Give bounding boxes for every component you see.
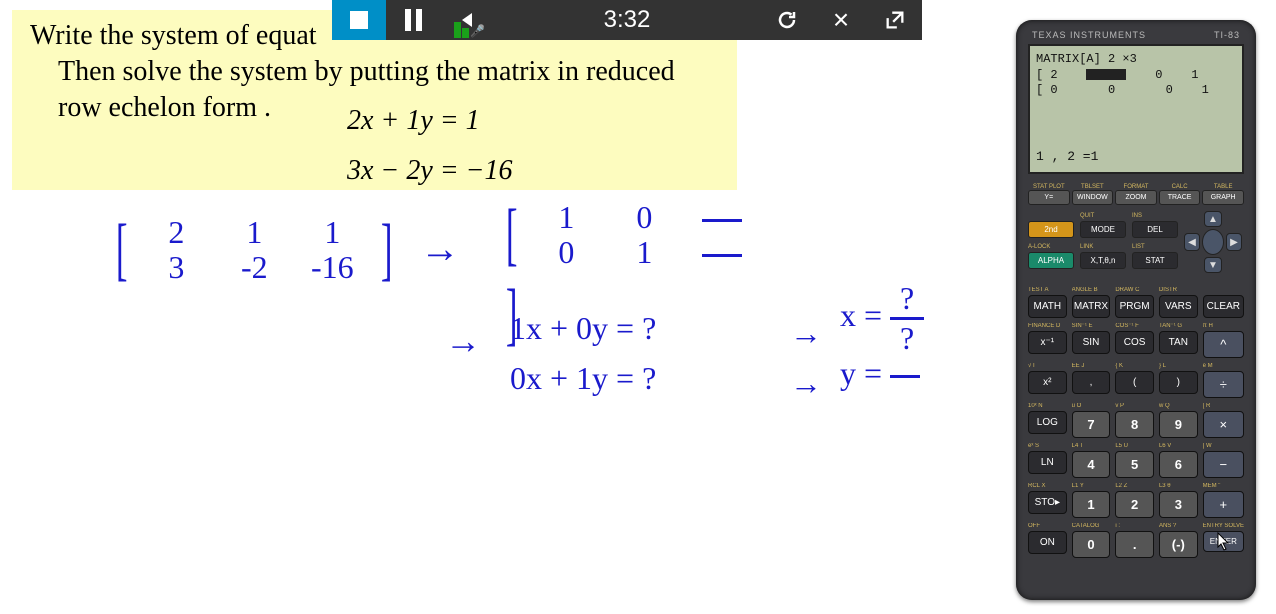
handwritten-matrix-1: [ 23 1-2 1-16 ] xyxy=(110,210,410,290)
dpad-right[interactable]: ▶ xyxy=(1226,233,1242,251)
calc-btn-2nd[interactable]: 2nd xyxy=(1028,221,1074,238)
stop-icon xyxy=(350,11,368,29)
calc-btn-matrx[interactable]: MATRX xyxy=(1072,295,1111,318)
calc-btn-0[interactable]: 0 xyxy=(1072,531,1111,558)
calc-side-buttons: 2ndQUITMODEINSDELA-LOCKALPHALINKX,T,θ,nL… xyxy=(1028,213,1178,269)
dpad-left[interactable]: ◀ xyxy=(1184,233,1200,251)
calc-btn-4[interactable]: 4 xyxy=(1072,451,1111,478)
calc-btn-del[interactable]: DEL xyxy=(1132,221,1178,238)
calc-btn-7[interactable]: 7 xyxy=(1072,411,1111,438)
popout-icon xyxy=(884,9,906,31)
ti83-calculator: TEXAS INSTRUMENTSTI-83 MATRIX[A] 2 ×3 [ … xyxy=(1016,20,1256,600)
equation-2: 3x − 2y = −16 xyxy=(347,155,513,187)
calc-btn-tan[interactable]: TAN xyxy=(1159,331,1198,354)
player-time: 3:32 xyxy=(494,6,760,34)
calc-btn-stat[interactable]: STAT xyxy=(1132,252,1178,269)
calc-btn-xtn[interactable]: X,T,θ,n xyxy=(1080,252,1126,269)
arrow-icon: → xyxy=(790,365,822,402)
calc-screen-title: MATRIX[A] 2 ×3 xyxy=(1036,52,1236,68)
calc-btn-[interactable]: ^ xyxy=(1203,331,1244,358)
dpad-down[interactable]: ▼ xyxy=(1204,257,1222,273)
calc-btn-vars[interactable]: VARS xyxy=(1159,295,1198,318)
calc-btn-[interactable]: ÷ xyxy=(1203,371,1244,398)
pause-button[interactable] xyxy=(386,0,440,40)
calc-screen-row2: [ 0 0 0 1 xyxy=(1036,83,1236,99)
calc-btn-log[interactable]: LOG xyxy=(1028,411,1067,434)
reload-icon xyxy=(775,8,799,32)
calc-btn-sin[interactable]: SIN xyxy=(1072,331,1111,354)
calc-btn-1[interactable]: 1 xyxy=(1072,491,1111,518)
calc-btn-cos[interactable]: COS xyxy=(1115,331,1154,354)
calc-btn-5[interactable]: 5 xyxy=(1115,451,1154,478)
calc-dpad: ▲ ▼ ◀ ▶ xyxy=(1182,211,1242,273)
calc-btn-[interactable]: × xyxy=(1203,411,1244,438)
arrow-icon: → xyxy=(790,315,822,352)
calc-brand: TEXAS INSTRUMENTSTI-83 xyxy=(1028,30,1244,44)
calc-btn-mode[interactable]: MODE xyxy=(1080,221,1126,238)
calc-btn-x[interactable]: x⁻¹ xyxy=(1028,331,1067,354)
problem-line2: Then solve the system by putting the mat… xyxy=(30,56,719,88)
close-icon: × xyxy=(833,4,849,36)
stop-button[interactable] xyxy=(332,0,386,40)
mic-icon: 🎤 xyxy=(470,24,485,38)
calc-btn-[interactable]: , xyxy=(1072,371,1111,394)
calc-btn-window[interactable]: WINDOW xyxy=(1072,190,1114,205)
handwritten-eq-row2: 0x + 1y = ? xyxy=(510,360,656,397)
handwritten-eq-row1: 1x + 0y = ? xyxy=(510,310,656,347)
calc-top-row: STAT PLOTY=TBLSETWINDOWFORMATZOOMCALCTRA… xyxy=(1028,184,1244,205)
calc-btn-alpha[interactable]: ALPHA xyxy=(1028,252,1074,269)
calc-screen: MATRIX[A] 2 ×3 [ 2 0 1 [ 0 0 0 1 1 , 2 =… xyxy=(1028,44,1244,174)
calc-main-grid: TEST AMATHANGLE BMATRXDRAW CPRGMDISTRVAR… xyxy=(1028,287,1244,558)
volume-button[interactable]: 🎤 xyxy=(440,0,494,40)
calc-btn-6[interactable]: 6 xyxy=(1159,451,1198,478)
handwritten-y-equals: y = xyxy=(840,355,920,392)
calc-btn-[interactable]: (-) xyxy=(1159,531,1198,558)
calc-btn-trace[interactable]: TRACE xyxy=(1159,190,1201,205)
dpad-up[interactable]: ▲ xyxy=(1204,211,1222,227)
calc-btn-x[interactable]: x² xyxy=(1028,371,1067,394)
calc-btn-3[interactable]: 3 xyxy=(1159,491,1198,518)
equation-1: 2x + 1y = 1 xyxy=(347,105,480,137)
dpad-center xyxy=(1202,229,1224,255)
popout-button[interactable] xyxy=(868,0,922,40)
mouse-cursor-icon xyxy=(1217,532,1231,552)
calc-btn-9[interactable]: 9 xyxy=(1159,411,1198,438)
calc-btn-[interactable]: ) xyxy=(1159,371,1198,394)
handwritten-x-equals: x = ?? xyxy=(840,280,924,357)
calc-btn-[interactable]: − xyxy=(1203,451,1244,478)
video-player-bar: 🎤 3:32 × xyxy=(332,0,922,40)
calc-btn-[interactable]: ( xyxy=(1115,371,1154,394)
calc-btn-graph[interactable]: GRAPH xyxy=(1202,190,1244,205)
calc-screen-status: 1 , 2 =1 xyxy=(1036,149,1098,166)
calc-btn-y=[interactable]: Y= xyxy=(1028,190,1070,205)
arrow-icon: → xyxy=(445,320,481,362)
arrow-icon: → xyxy=(420,225,460,272)
calc-btn-ln[interactable]: LN xyxy=(1028,451,1067,474)
calc-btn-on[interactable]: ON xyxy=(1028,531,1067,554)
calc-btn-8[interactable]: 8 xyxy=(1115,411,1154,438)
calc-btn-prgm[interactable]: PRGM xyxy=(1115,295,1154,318)
calc-btn-2[interactable]: 2 xyxy=(1115,491,1154,518)
calc-screen-row1: [ 2 0 1 xyxy=(1036,68,1236,84)
pause-icon xyxy=(405,9,422,31)
calc-btn-clear[interactable]: CLEAR xyxy=(1203,295,1244,318)
calc-btn-[interactable]: . xyxy=(1115,531,1154,558)
close-button[interactable]: × xyxy=(814,0,868,40)
calc-btn-[interactable]: + xyxy=(1203,491,1244,518)
calc-btn-zoom[interactable]: ZOOM xyxy=(1115,190,1157,205)
calc-btn-math[interactable]: MATH xyxy=(1028,295,1067,318)
restart-button[interactable] xyxy=(760,0,814,40)
calc-btn-sto[interactable]: STO▸ xyxy=(1028,491,1067,514)
